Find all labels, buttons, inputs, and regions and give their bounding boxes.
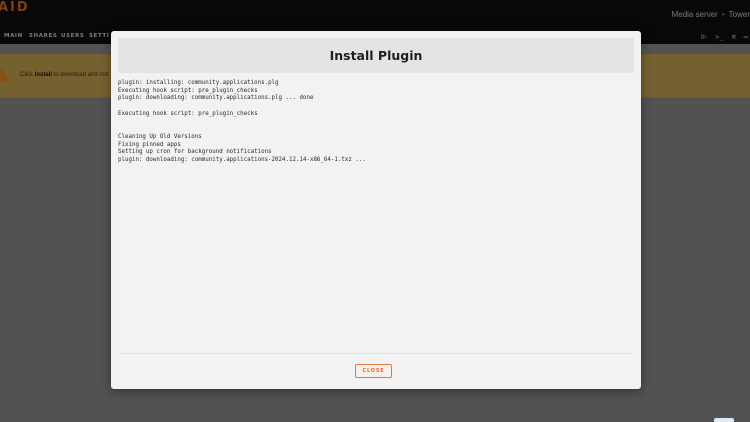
dialog-title: Install Plugin (329, 48, 423, 63)
log-line: Fixing pinned apps (118, 141, 181, 148)
install-log: plugin: installing: community.applicatio… (118, 80, 634, 350)
install-plugin-dialog: Install Plugin plugin: installing: commu… (111, 31, 641, 389)
close-button[interactable]: CLOSE (355, 364, 392, 378)
corner-badge (714, 418, 734, 422)
log-line: Cleaning Up Old Versions (118, 133, 202, 140)
log-line: Executing hook script: pre_plugin_checks (118, 87, 258, 94)
log-line: Setting up cron for background notificat… (118, 149, 272, 156)
log-line: Executing hook script: pre_plugin_checks (118, 110, 258, 117)
log-line: plugin: installing: community.applicatio… (118, 80, 279, 86)
dialog-divider (120, 353, 632, 354)
log-line: plugin: downloading: community.applicati… (118, 95, 314, 102)
dialog-titlebar: Install Plugin (118, 38, 634, 73)
log-line: plugin: downloading: community.applicati… (118, 156, 366, 163)
